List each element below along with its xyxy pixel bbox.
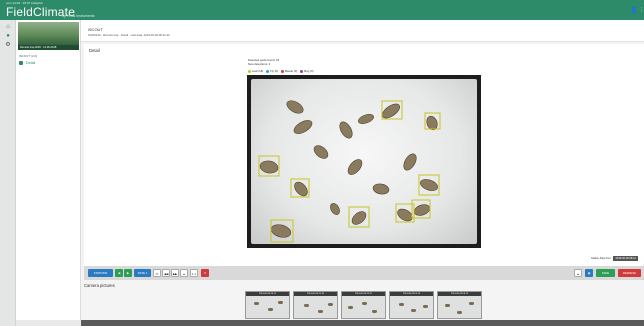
insect [330,203,340,215]
date-button[interactable]: DATE 1 [134,269,151,277]
detections-new: New detections: 4 [248,62,271,66]
home-icon[interactable]: ⌂ [5,24,11,30]
insect [403,153,417,171]
detail-panel: Detail Detected pests found: 18 New dete… [84,44,644,266]
insect [278,301,283,304]
legend-item[interactable]: Beetle (0) [281,69,297,73]
trap-image[interactable] [247,75,481,248]
camera-thumbnail[interactable]: 2019-06-08 20:17 [245,291,290,319]
insect [347,159,363,175]
legend-item[interactable]: Leaf (18) [248,69,263,73]
delete-button[interactable]: ✕ [201,269,209,277]
station-date: Station data from: 2019-06-09 08:12 [591,256,638,261]
insect [399,303,404,306]
page-title: iSCOUT [88,27,103,32]
station-image[interactable] [18,22,79,46]
left-rail: ⌂ ● ⚙ [0,20,16,326]
legend-item[interactable]: Bug (0) [300,69,313,73]
stations-button[interactable]: STATIONS [88,269,113,277]
breadcrumb: iSCOUT 0120024A · Remote trap · Detail ·… [81,20,644,42]
camera-pictures-title: Camera pictures [84,283,115,288]
legend-item[interactable]: Fly (0) [266,69,278,73]
back-button[interactable]: ◀◀ [162,269,170,277]
insect [382,103,400,119]
camera-thumbnail[interactable]: 2019-06-09 08:12 [437,291,482,319]
insect [259,160,279,174]
thumbnail-caption: 2019-06-08 21:30 [294,292,337,296]
collapse-button[interactable]: ▲ [574,269,582,277]
date-value[interactable]: 2019-06-09 08:12 [613,256,638,261]
detections-overlay [258,100,441,243]
insect [423,305,428,308]
insect [254,302,259,305]
thumbnail-caption: 2019-06-09 02:14 [390,292,433,296]
date-label: Station data from: [591,257,612,260]
camera-thumbnails: 2019-06-08 20:17 2019-06-08 21:30 2019-0… [245,291,482,319]
top-bar: vom 14.06 · 15:47 Analytics FieldClimate… [0,0,644,20]
insect [286,100,304,114]
insect [362,302,367,305]
footer-strip [81,320,644,326]
insect [268,308,273,311]
thumbnail-caption: 2019-06-09 08:12 [438,292,481,296]
station-sidebar: Remote trap 2020 · 14-06-2018 iSCOUT (2.… [16,20,81,326]
thumbnail-caption: 2019-06-08 22:21 [342,292,385,296]
sidebar-header: iSCOUT (2.0) [19,54,38,58]
next-button[interactable]: ▶ [124,269,132,277]
detection-summary: Detected pests found: 18 New detections:… [248,58,279,66]
insect [293,120,313,134]
legend-dot-icon [266,69,270,73]
insect [328,303,333,306]
prev-button[interactable]: ◀ [115,269,123,277]
save-button[interactable]: SAVE [596,269,615,277]
camera-thumbnail[interactable]: 2019-06-08 21:30 [293,291,338,319]
user-icon[interactable]: 👤 [630,7,637,14]
trap-photo [251,79,477,244]
zoom-reset-button[interactable]: 1:1 [190,269,198,277]
sidebar-footer [16,320,81,326]
camera-thumbnail[interactable]: 2019-06-09 02:14 [389,291,434,319]
forward-button[interactable]: ▶▶ [171,269,179,277]
legend-dot-icon [300,69,304,73]
insect [457,311,462,314]
insect [469,302,474,305]
legend-dot-icon [281,69,285,73]
more-icon[interactable]: ⋮ [639,7,644,13]
app-logo-subtitle: by Pessl Instruments [62,14,95,18]
station-icon[interactable]: ● [5,33,11,39]
insect [318,310,323,313]
insect [270,224,292,238]
insect [313,145,329,159]
detection-legend: Leaf (18) Fly (0) Beetle (0) Bug (0) [248,69,313,73]
insect [358,114,374,124]
sidebar-item-label: Detail [26,61,36,65]
settings-icon[interactable]: ⚙ [5,42,11,48]
insect [339,121,353,139]
breadcrumb-path: 0120024A · Remote trap · Detail · Last d… [88,33,170,37]
sidebar-item-detail[interactable]: Detail [19,60,79,66]
insect [372,310,377,313]
refresh-button[interactable]: REFRESH [618,269,641,277]
insect [351,211,367,225]
info-button[interactable]: ◉ [585,269,593,277]
station-label[interactable]: Remote trap 2020 · 14-06-2018 [18,45,79,50]
last-button[interactable]: ⏭ [180,269,188,277]
insect [411,309,416,312]
insect [372,183,390,195]
camera-icon [19,61,23,65]
thumbnail-caption: 2019-06-08 20:17 [246,292,289,296]
image-toolbar: STATIONS ◀ ▶ DATE 1 ⏮ ◀◀ ▶▶ ⏭ 1:1 ✕ ▲ ◉ … [84,266,644,280]
insect [413,204,431,216]
panel-title: Detail [89,48,100,53]
insect [420,179,438,191]
camera-thumbnail[interactable]: 2019-06-08 22:21 [341,291,386,319]
legend-dot-icon [248,69,251,73]
insect [294,181,308,197]
insect [304,304,309,307]
insect [348,306,353,309]
insect [445,304,450,307]
first-button[interactable]: ⏮ [153,269,161,277]
